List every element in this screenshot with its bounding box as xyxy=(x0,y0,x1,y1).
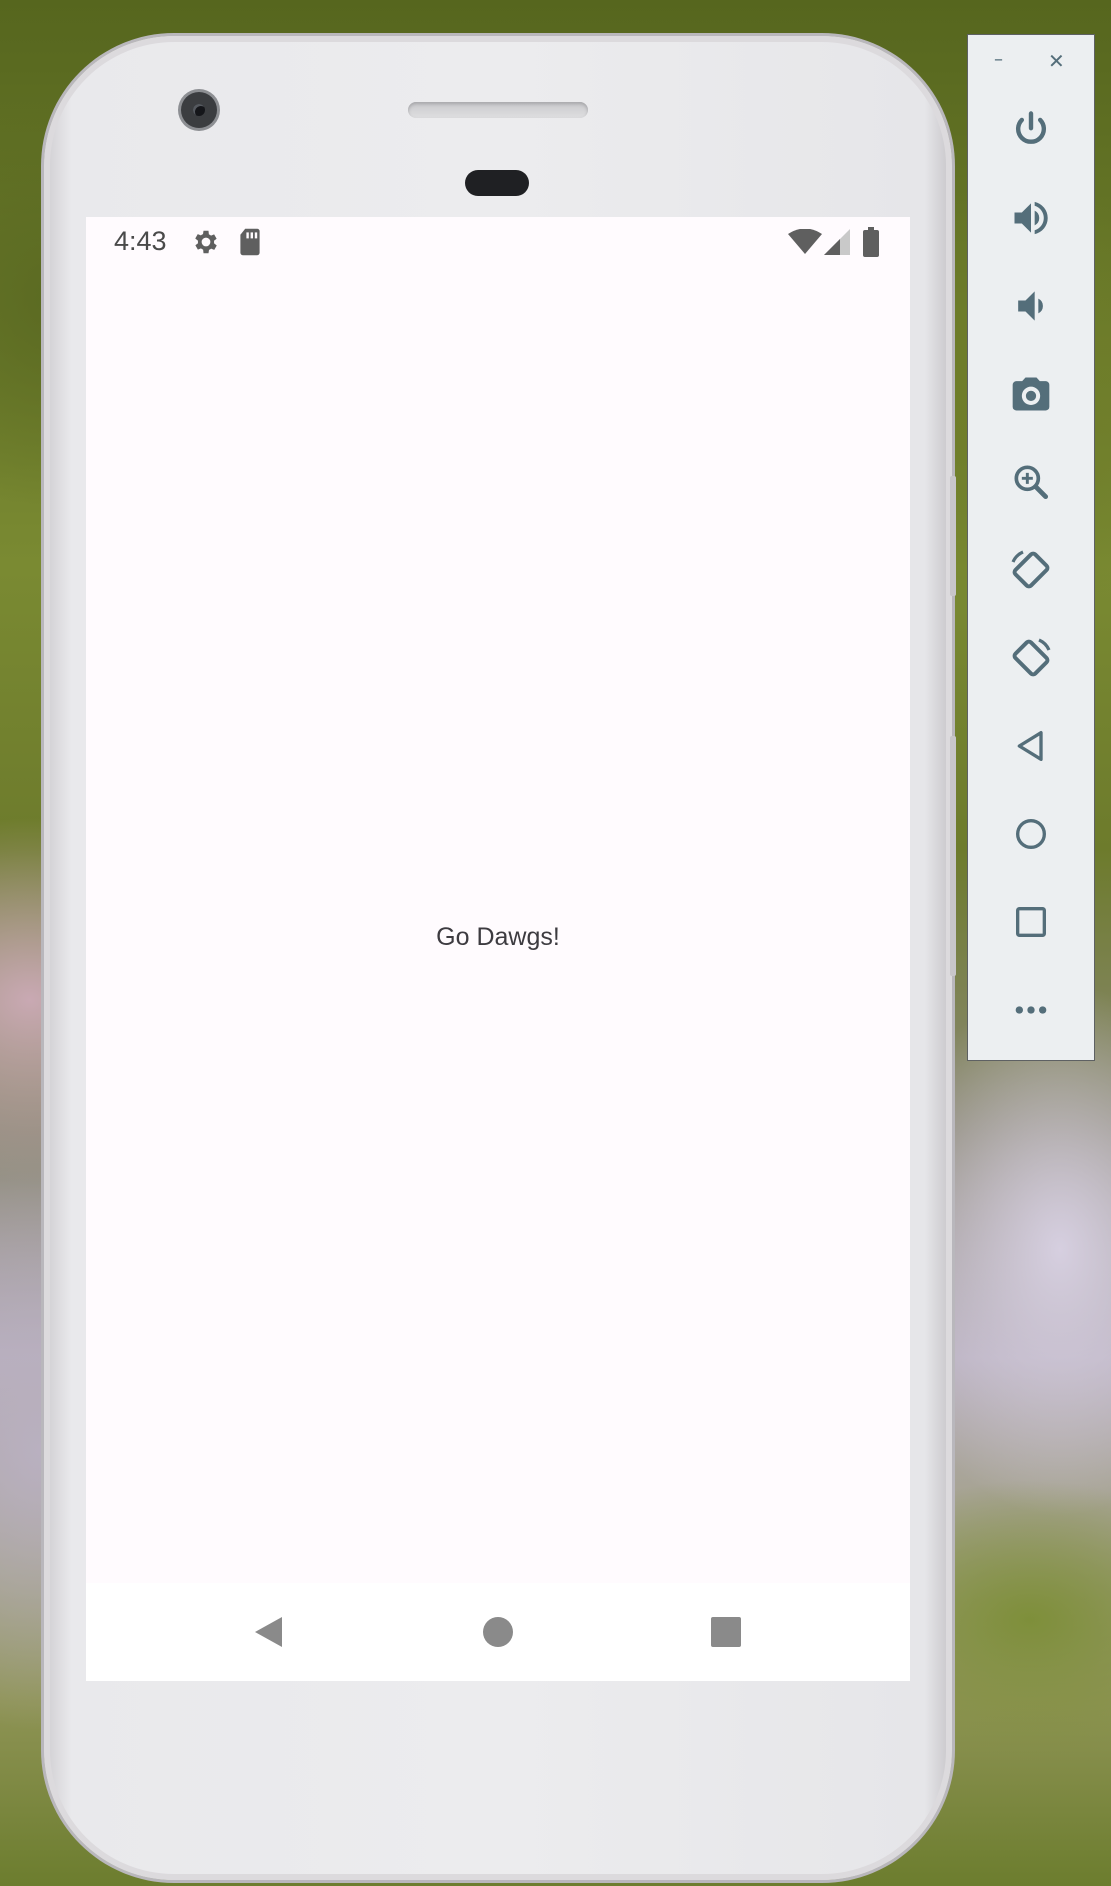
nav-back-button[interactable] xyxy=(252,1615,284,1653)
overview-button[interactable] xyxy=(1006,899,1056,949)
close-button[interactable]: ✕ xyxy=(1048,49,1065,73)
overview-square-icon xyxy=(1011,902,1051,946)
nav-recents-button[interactable] xyxy=(710,1615,742,1653)
proximity-sensor xyxy=(465,170,529,196)
front-camera xyxy=(181,92,217,128)
rotate-right-icon xyxy=(1007,634,1055,686)
back-triangle-icon xyxy=(1011,726,1051,770)
more-button[interactable] xyxy=(1006,987,1056,1037)
volume-up-button[interactable] xyxy=(1006,195,1056,245)
rotate-left-button[interactable] xyxy=(1006,547,1056,597)
phone-side-button xyxy=(950,736,956,976)
screenshot-button[interactable] xyxy=(1006,371,1056,421)
sd-card-icon xyxy=(238,227,262,262)
wifi-icon xyxy=(788,228,822,260)
rotate-left-icon xyxy=(1007,546,1055,598)
phone-side-button xyxy=(950,476,956,596)
home-circle-icon xyxy=(1011,814,1051,858)
nav-home-button[interactable] xyxy=(482,1615,514,1653)
earpiece-speaker xyxy=(408,102,588,118)
battery-icon xyxy=(863,227,879,262)
emulator-control-panel: – ✕ xyxy=(967,34,1095,1061)
camera-icon xyxy=(1009,372,1053,420)
zoom-in-icon xyxy=(1009,460,1053,508)
volume-down-button[interactable] xyxy=(1006,283,1056,333)
status-time: 4:43 xyxy=(114,226,167,256)
power-icon xyxy=(1009,108,1053,156)
power-button[interactable] xyxy=(1006,107,1056,157)
status-bar: 4:43 xyxy=(86,217,910,267)
back-button[interactable] xyxy=(1006,723,1056,773)
navigation-bar xyxy=(86,1583,910,1681)
volume-up-icon xyxy=(1009,196,1053,244)
more-horizontal-icon xyxy=(1011,990,1051,1034)
app-content: Go Dawgs! xyxy=(86,267,910,1583)
home-button[interactable] xyxy=(1006,811,1056,861)
greeting-text: Go Dawgs! xyxy=(436,923,560,951)
zoom-button[interactable] xyxy=(1006,459,1056,509)
minimize-button[interactable]: – xyxy=(994,49,1003,70)
settings-icon xyxy=(191,227,221,262)
device-screen: 4:43 Go Dawgs! xyxy=(86,217,910,1681)
rotate-right-button[interactable] xyxy=(1006,635,1056,685)
volume-down-icon xyxy=(1009,284,1053,332)
cellular-signal-icon xyxy=(824,229,850,260)
